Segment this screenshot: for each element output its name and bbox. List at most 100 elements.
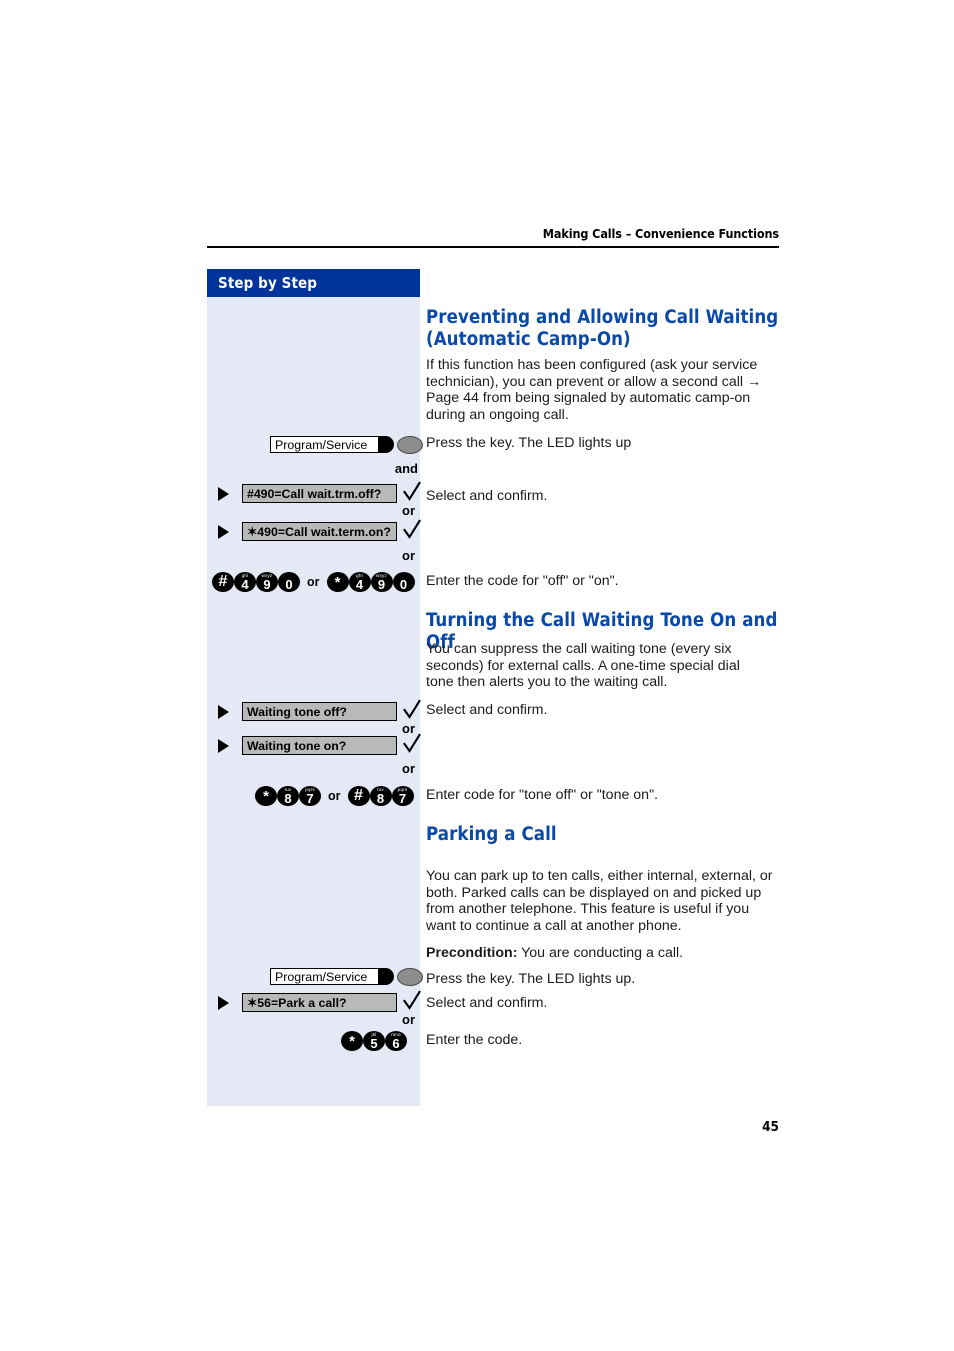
section-heading-preventing-allowing-call-waiting: Preventing and Allowing Call Waiting (Au… xyxy=(426,307,784,351)
section-heading-parking-a-call: Parking a Call xyxy=(426,824,784,846)
confirm-check-icon xyxy=(403,699,421,719)
keypad-key-7[interactable]: pqrs 7 xyxy=(299,786,321,806)
section-intro-paragraph-1: If this function has been configured (as… xyxy=(426,357,762,423)
keypad-key-glyph: 8 xyxy=(284,791,292,806)
connector-or-4: or xyxy=(402,761,415,776)
display-line-box: ✶56=Park a call? xyxy=(242,993,397,1012)
keypad-key-hash[interactable]: # xyxy=(212,572,234,592)
keypad-key-7[interactable]: pqrs 7 xyxy=(391,786,414,806)
function-key-label-box: Program/Service xyxy=(270,436,383,453)
keypad-key-glyph: 0 xyxy=(285,577,293,592)
keypad-key-8[interactable]: tuv 8 xyxy=(369,786,392,806)
select-arrow-icon xyxy=(218,705,229,719)
step-text-enter-code-1: Enter the code for "off" or "on". xyxy=(426,573,619,589)
confirm-check-icon xyxy=(403,481,421,501)
confirm-check-icon xyxy=(403,990,421,1010)
connector-or-inline-2: or xyxy=(328,789,341,803)
display-option-call-wait-term-on[interactable]: ✶490=Call wait.term.on? xyxy=(218,519,421,542)
keypad-key-glyph: 7 xyxy=(306,791,314,806)
keypad-key-glyph: * xyxy=(263,788,269,805)
keypad-key-glyph: 0 xyxy=(399,577,408,592)
running-header: Making Calls – Convenience Functions xyxy=(542,226,779,241)
connector-or-2: or xyxy=(402,548,415,563)
keypad-sequence-waiting-tone-codes: * tuv 8 pqrs 7 or # tuv 8 pqrs 7 xyxy=(255,786,414,808)
function-key-label: Program/Service xyxy=(275,970,368,984)
precondition-text: You are conducting a call. xyxy=(517,945,684,961)
keypad-key-0[interactable]: 0 xyxy=(278,572,300,592)
confirm-check-icon xyxy=(403,519,421,539)
function-key-led-icon xyxy=(397,968,423,986)
display-line-text: ✶490=Call wait.term.on? xyxy=(247,525,391,539)
display-line-text: ✶56=Park a call? xyxy=(247,996,347,1010)
keypad-sequence-park-code: * jkl 5 mno 6 xyxy=(341,1031,407,1053)
keypad-key-glyph: 4 xyxy=(355,577,364,592)
keypad-key-5[interactable]: jkl 5 xyxy=(363,1031,385,1051)
display-line-box: Waiting tone off? xyxy=(242,702,397,721)
keypad-key-4[interactable]: ghi 4 xyxy=(234,572,256,592)
connector-or-5: or xyxy=(402,1012,415,1027)
keypad-key-star[interactable]: * xyxy=(255,786,277,806)
sidebar-header: Step by Step xyxy=(207,269,420,297)
display-line-box: ✶490=Call wait.term.on? xyxy=(242,522,397,541)
keypad-key-glyph: * xyxy=(334,574,341,591)
precondition-label: Precondition: xyxy=(426,945,518,961)
step-text-enter-code-2: Enter code for "tone off" or "tone on". xyxy=(426,787,659,803)
keypad-key-hash[interactable]: # xyxy=(347,786,370,806)
keypad-key-glyph: # xyxy=(354,787,363,804)
step-text-enter-code-3: Enter the code. xyxy=(426,1032,523,1048)
keypad-key-star[interactable]: * xyxy=(341,1031,363,1051)
keypad-key-glyph: # xyxy=(218,573,228,590)
section-heading-line-2: (Automatic Camp-On) xyxy=(426,329,631,350)
function-key-led-icon xyxy=(397,436,423,454)
display-option-park-a-call[interactable]: ✶56=Park a call? xyxy=(218,990,421,1013)
function-key-program-service-2[interactable]: Program/Service xyxy=(270,968,423,987)
keypad-key-glyph: * xyxy=(349,1033,355,1050)
keypad-key-star[interactable]: * xyxy=(326,572,349,592)
display-line-box: Waiting tone on? xyxy=(242,736,397,755)
keypad-key-glyph: 5 xyxy=(370,1036,378,1051)
precondition-line: Precondition: You are conducting a call. xyxy=(426,945,782,962)
keypad-key-8[interactable]: tuv 8 xyxy=(277,786,299,806)
select-arrow-icon xyxy=(218,525,229,539)
keypad-key-glyph: 9 xyxy=(263,577,271,592)
header-divider-rule xyxy=(207,246,779,248)
select-arrow-icon xyxy=(218,487,229,501)
display-line-text: #490=Call wait.trm.off? xyxy=(247,487,382,501)
keypad-key-glyph: 4 xyxy=(241,577,249,592)
keypad-key-6[interactable]: mno 6 xyxy=(385,1031,407,1051)
step-text-select-confirm-3: Select and confirm. xyxy=(426,995,548,1011)
sidebar-title: Step by Step xyxy=(218,274,318,292)
step-text-select-confirm-2: Select and confirm. xyxy=(426,702,548,718)
keypad-key-glyph: 8 xyxy=(376,791,385,806)
function-key-program-service-1[interactable]: Program/Service xyxy=(270,436,423,455)
display-option-waiting-tone-off[interactable]: Waiting tone off? xyxy=(218,699,421,722)
display-line-text: Waiting tone on? xyxy=(247,739,347,753)
keypad-key-glyph: 7 xyxy=(398,791,407,806)
function-key-knob-icon xyxy=(378,968,394,985)
function-key-knob-icon xyxy=(378,436,394,453)
display-option-waiting-tone-on[interactable]: Waiting tone on? xyxy=(218,733,421,756)
page-number: 45 xyxy=(762,1119,779,1135)
step-text-select-confirm-1: Select and confirm. xyxy=(426,488,548,504)
step-text-press-key-2: Press the key. The LED lights up. xyxy=(426,971,636,987)
keypad-key-9[interactable]: wxyz 9 xyxy=(370,572,393,592)
section-intro-paragraph-3: You can park up to ten calls, either int… xyxy=(426,868,773,934)
function-key-label-box: Program/Service xyxy=(270,968,383,985)
keypad-key-4[interactable]: ghi 4 xyxy=(348,572,371,592)
keypad-key-glyph: 9 xyxy=(377,577,386,592)
display-option-call-wait-trm-off[interactable]: #490=Call wait.trm.off? xyxy=(218,481,421,504)
select-arrow-icon xyxy=(218,739,229,753)
confirm-check-icon xyxy=(403,733,421,753)
keypad-key-9[interactable]: wxyz 9 xyxy=(256,572,278,592)
connector-or-inline-1: or xyxy=(307,575,320,589)
select-arrow-icon xyxy=(218,996,229,1010)
connector-and-1: and xyxy=(394,461,418,476)
step-by-step-sidebar: Step by Step Program/Service and #490=Ca… xyxy=(207,269,423,1106)
function-key-label: Program/Service xyxy=(275,438,368,452)
section-heading-line-1: Parking a Call xyxy=(426,824,557,845)
connector-or-1: or xyxy=(402,503,415,518)
section-heading-line-1: Preventing and Allowing Call Waiting xyxy=(426,307,779,328)
section-intro-paragraph-2: You can suppress the call waiting tone (… xyxy=(426,641,740,691)
keypad-key-0[interactable]: 0 xyxy=(392,572,415,592)
display-line-box: #490=Call wait.trm.off? xyxy=(242,484,397,503)
